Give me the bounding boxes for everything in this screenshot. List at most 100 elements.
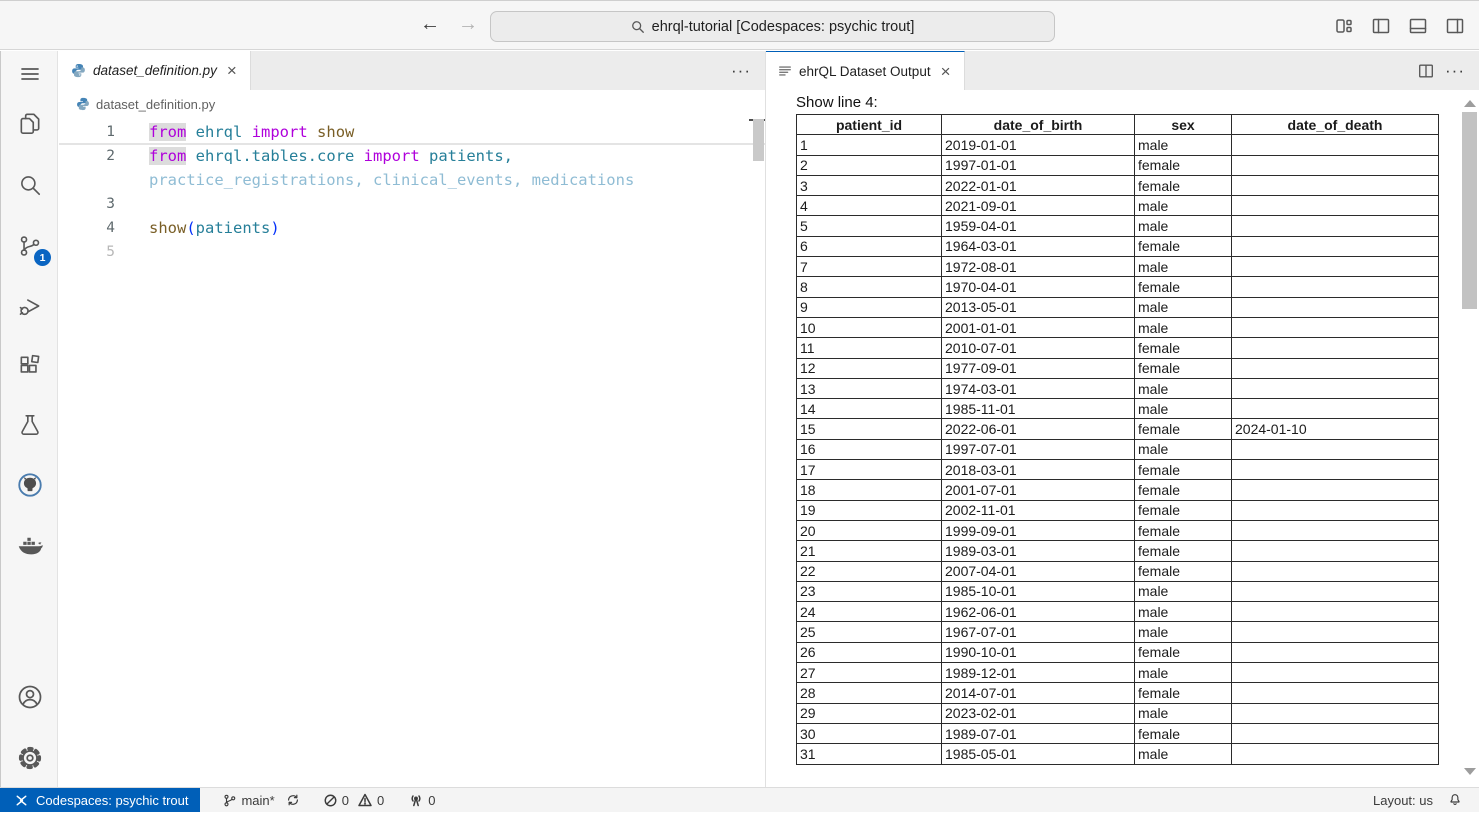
layout-status[interactable]: Layout: us	[1373, 793, 1433, 808]
table-cell	[1232, 317, 1439, 337]
line-number: 4	[59, 216, 115, 240]
source-control-badge: 1	[34, 249, 51, 266]
run-debug-icon[interactable]	[15, 291, 45, 321]
account-icon[interactable]	[15, 682, 45, 712]
docker-icon[interactable]	[15, 530, 45, 560]
customize-layout-icon[interactable]	[1332, 14, 1356, 38]
webview-scrollbar[interactable]	[1462, 112, 1477, 309]
table-row: 112010-07-01female	[797, 338, 1439, 358]
settings-gear-icon[interactable]	[15, 743, 45, 773]
scroll-down-arrow-icon[interactable]	[1464, 768, 1476, 775]
line-number: 2	[59, 144, 115, 168]
table-row: 32022-01-01female	[797, 175, 1439, 195]
table-cell: 5	[797, 216, 942, 236]
code-token: ehrql.tables.core	[196, 147, 355, 165]
code-line[interactable]: 1from ehrql import show	[59, 120, 765, 144]
ports-status[interactable]: 0	[404, 792, 439, 808]
table-cell: 2023-02-01	[942, 703, 1135, 723]
table-cell: 8	[797, 277, 942, 297]
table-cell: female	[1135, 155, 1232, 175]
table-cell: 2013-05-01	[942, 297, 1135, 317]
table-cell: 1977-09-01	[942, 358, 1135, 378]
testing-icon[interactable]	[15, 410, 45, 440]
status-bar: Codespaces: psychic trout main* 0 0 0 La…	[0, 787, 1479, 812]
remote-indicator[interactable]: Codespaces: psychic trout	[0, 788, 200, 812]
table-row: 121977-09-01female	[797, 358, 1439, 378]
history-back-icon[interactable]: ←	[420, 13, 440, 36]
table-cell: 20	[797, 520, 942, 540]
output-group: ehrQL Dataset Output × ··· Show line 4: …	[765, 51, 1479, 787]
scroll-up-arrow-icon[interactable]	[1464, 100, 1476, 107]
github-icon[interactable]	[15, 470, 45, 500]
code-line[interactable]: 5	[59, 240, 765, 264]
table-cell: female	[1135, 723, 1232, 743]
breadcrumb[interactable]: dataset_definition.py	[59, 90, 765, 118]
table-cell	[1232, 500, 1439, 520]
git-branch-icon	[222, 793, 237, 808]
code-token	[420, 147, 429, 165]
code-line[interactable]: 2from ehrql.tables.core import patients,	[59, 144, 765, 168]
table-cell: female	[1135, 561, 1232, 581]
table-cell: 19	[797, 500, 942, 520]
code-token	[186, 147, 195, 165]
table-cell	[1232, 277, 1439, 297]
table-row: 301989-07-01female	[797, 723, 1439, 743]
table-cell	[1232, 378, 1439, 398]
code-editor[interactable]: 1from ehrql import show2from ehrql.table…	[59, 118, 765, 787]
problems-status[interactable]: 0 0	[319, 792, 388, 808]
editor-more-actions-icon[interactable]: ···	[731, 61, 751, 81]
table-cell: 11	[797, 338, 942, 358]
table-cell: 16	[797, 439, 942, 459]
code-lines: 1from ehrql import show2from ehrql.table…	[59, 120, 765, 264]
menu-icon[interactable]	[15, 59, 45, 89]
table-cell	[1232, 480, 1439, 500]
table-row: 182001-07-01female	[797, 480, 1439, 500]
table-cell: male	[1135, 135, 1232, 155]
dataset-table-head: patient_iddate_of_birthsexdate_of_death	[797, 115, 1439, 135]
table-row: 42021-09-01male	[797, 196, 1439, 216]
extensions-icon[interactable]	[15, 351, 45, 381]
breadcrumb-filename: dataset_definition.py	[96, 97, 215, 112]
source-control-icon[interactable]: 1	[15, 231, 45, 261]
search-view-icon[interactable]	[15, 170, 45, 200]
table-header-row: patient_iddate_of_birthsexdate_of_death	[797, 115, 1439, 135]
tab-close-icon[interactable]: ×	[938, 62, 954, 81]
tab-ehrql-dataset-output[interactable]: ehrQL Dataset Output ×	[766, 51, 965, 90]
command-center-search[interactable]: ehrql-tutorial [Codespaces: psychic trou…	[490, 11, 1055, 42]
code-token: medications	[532, 171, 635, 189]
code-token: )	[270, 219, 279, 237]
code-line[interactable]: 4show(patients)	[59, 216, 765, 240]
table-cell: 1964-03-01	[942, 236, 1135, 256]
split-editor-icon[interactable]	[1417, 62, 1435, 80]
tab-label: dataset_definition.py	[93, 63, 217, 78]
table-cell	[1232, 338, 1439, 358]
table-cell: 1997-07-01	[942, 439, 1135, 459]
table-cell	[1232, 236, 1439, 256]
toggle-secondary-sidebar-icon[interactable]	[1443, 14, 1467, 38]
table-cell: male	[1135, 378, 1232, 398]
line-number: 1	[59, 120, 115, 144]
explorer-icon[interactable]	[15, 109, 45, 139]
output-more-actions-icon[interactable]: ···	[1445, 61, 1465, 81]
editor-scrollbar[interactable]	[753, 119, 764, 161]
table-row: 211989-03-01female	[797, 541, 1439, 561]
notifications-bell-icon[interactable]	[1447, 792, 1463, 808]
table-cell	[1232, 561, 1439, 581]
history-forward-icon[interactable]: →	[458, 13, 478, 36]
code-token: ,	[354, 171, 373, 189]
branch-label: main*	[241, 793, 274, 808]
table-cell: 1997-01-01	[942, 155, 1135, 175]
output-heading: Show line 4:	[796, 94, 1479, 111]
branch-status[interactable]: main*	[218, 792, 304, 808]
code-line[interactable]: 3	[59, 192, 765, 216]
table-cell: 2002-11-01	[942, 500, 1135, 520]
table-cell: male	[1135, 196, 1232, 216]
table-cell	[1232, 642, 1439, 662]
code-token: show	[317, 123, 354, 141]
code-line[interactable]: practice_registrations, clinical_events,…	[59, 168, 765, 192]
tab-dataset-definition[interactable]: dataset_definition.py ×	[59, 51, 251, 90]
toggle-panel-icon[interactable]	[1406, 14, 1430, 38]
table-cell: 2	[797, 155, 942, 175]
toggle-primary-sidebar-icon[interactable]	[1369, 14, 1393, 38]
tab-close-icon[interactable]: ×	[224, 61, 240, 80]
